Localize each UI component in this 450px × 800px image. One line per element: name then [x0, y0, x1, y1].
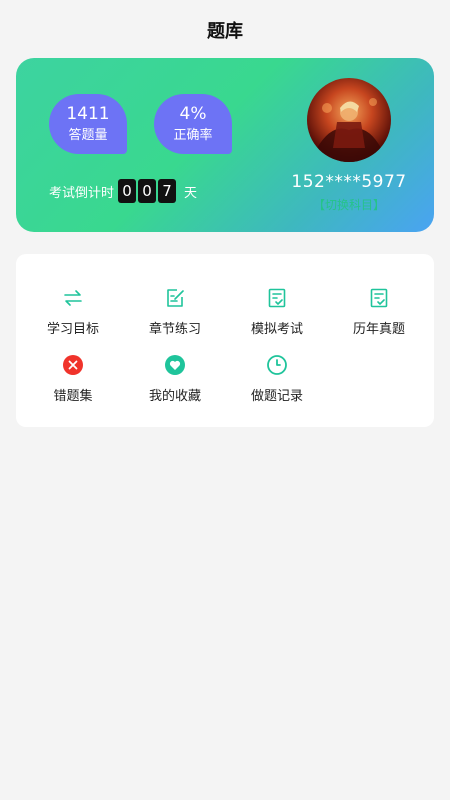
menu-item-label: 错题集 — [53, 389, 93, 404]
avatar-image — [307, 98, 391, 162]
menu-item-chapter-practice[interactable]: 章节练习 — [123, 282, 227, 338]
menu-item-label: 做题记录 — [250, 389, 303, 404]
accuracy-label: 正确率 — [173, 128, 213, 143]
countdown-label: 考试倒计时 — [49, 185, 115, 201]
answered-count-value: 1411 — [66, 104, 110, 124]
menu-item-label: 模拟考试 — [250, 322, 303, 337]
feature-menu: 学习目标 章节练习 模拟考试 历年真题 错题集 我的收藏 做题记录 — [16, 254, 434, 427]
checklist-icon — [370, 288, 388, 308]
edit-note-icon — [167, 289, 184, 307]
summary-card: 1411 答题量 4% 正确率 考试倒计时 0 0 7 天 152****597… — [16, 58, 434, 232]
menu-item-past-papers[interactable]: 历年真题 — [327, 282, 431, 338]
menu-item-favorites[interactable]: 我的收藏 — [123, 349, 227, 405]
repeat-arrows-icon — [64, 290, 82, 306]
heart-icon — [165, 355, 185, 375]
answered-count-badge[interactable]: 1411 答题量 — [49, 94, 127, 154]
clock-icon — [267, 355, 287, 375]
menu-item-label: 我的收藏 — [148, 389, 201, 404]
exam-countdown: 考试倒计时 0 0 7 天 — [49, 178, 197, 204]
avatar[interactable] — [307, 78, 391, 162]
menu-item-mock-exam[interactable]: 模拟考试 — [225, 282, 329, 338]
accuracy-value: 4% — [179, 104, 207, 124]
countdown-digit: 0 — [138, 179, 157, 203]
wrong-x-icon — [63, 355, 83, 375]
page-title: 题库 — [207, 21, 243, 42]
user-phone: 152****5977 — [291, 172, 407, 192]
menu-item-label: 历年真题 — [352, 322, 405, 337]
menu-item-wrong-questions[interactable]: 错题集 — [21, 349, 125, 405]
menu-item-history[interactable]: 做题记录 — [225, 349, 329, 405]
menu-item-study-goal[interactable]: 学习目标 — [21, 282, 125, 338]
answered-count-label: 答题量 — [68, 128, 108, 143]
top-bar: 题库 — [0, 0, 450, 60]
menu-item-label: 学习目标 — [46, 322, 99, 337]
countdown-digit: 0 — [118, 179, 137, 203]
menu-item-label: 章节练习 — [148, 322, 201, 337]
countdown-digit: 7 — [158, 179, 177, 203]
countdown-unit: 天 — [184, 185, 198, 201]
switch-subject-link[interactable]: 【切换科目】 — [286, 196, 412, 213]
accuracy-badge[interactable]: 4% 正确率 — [154, 94, 232, 154]
checklist-icon — [268, 288, 286, 308]
